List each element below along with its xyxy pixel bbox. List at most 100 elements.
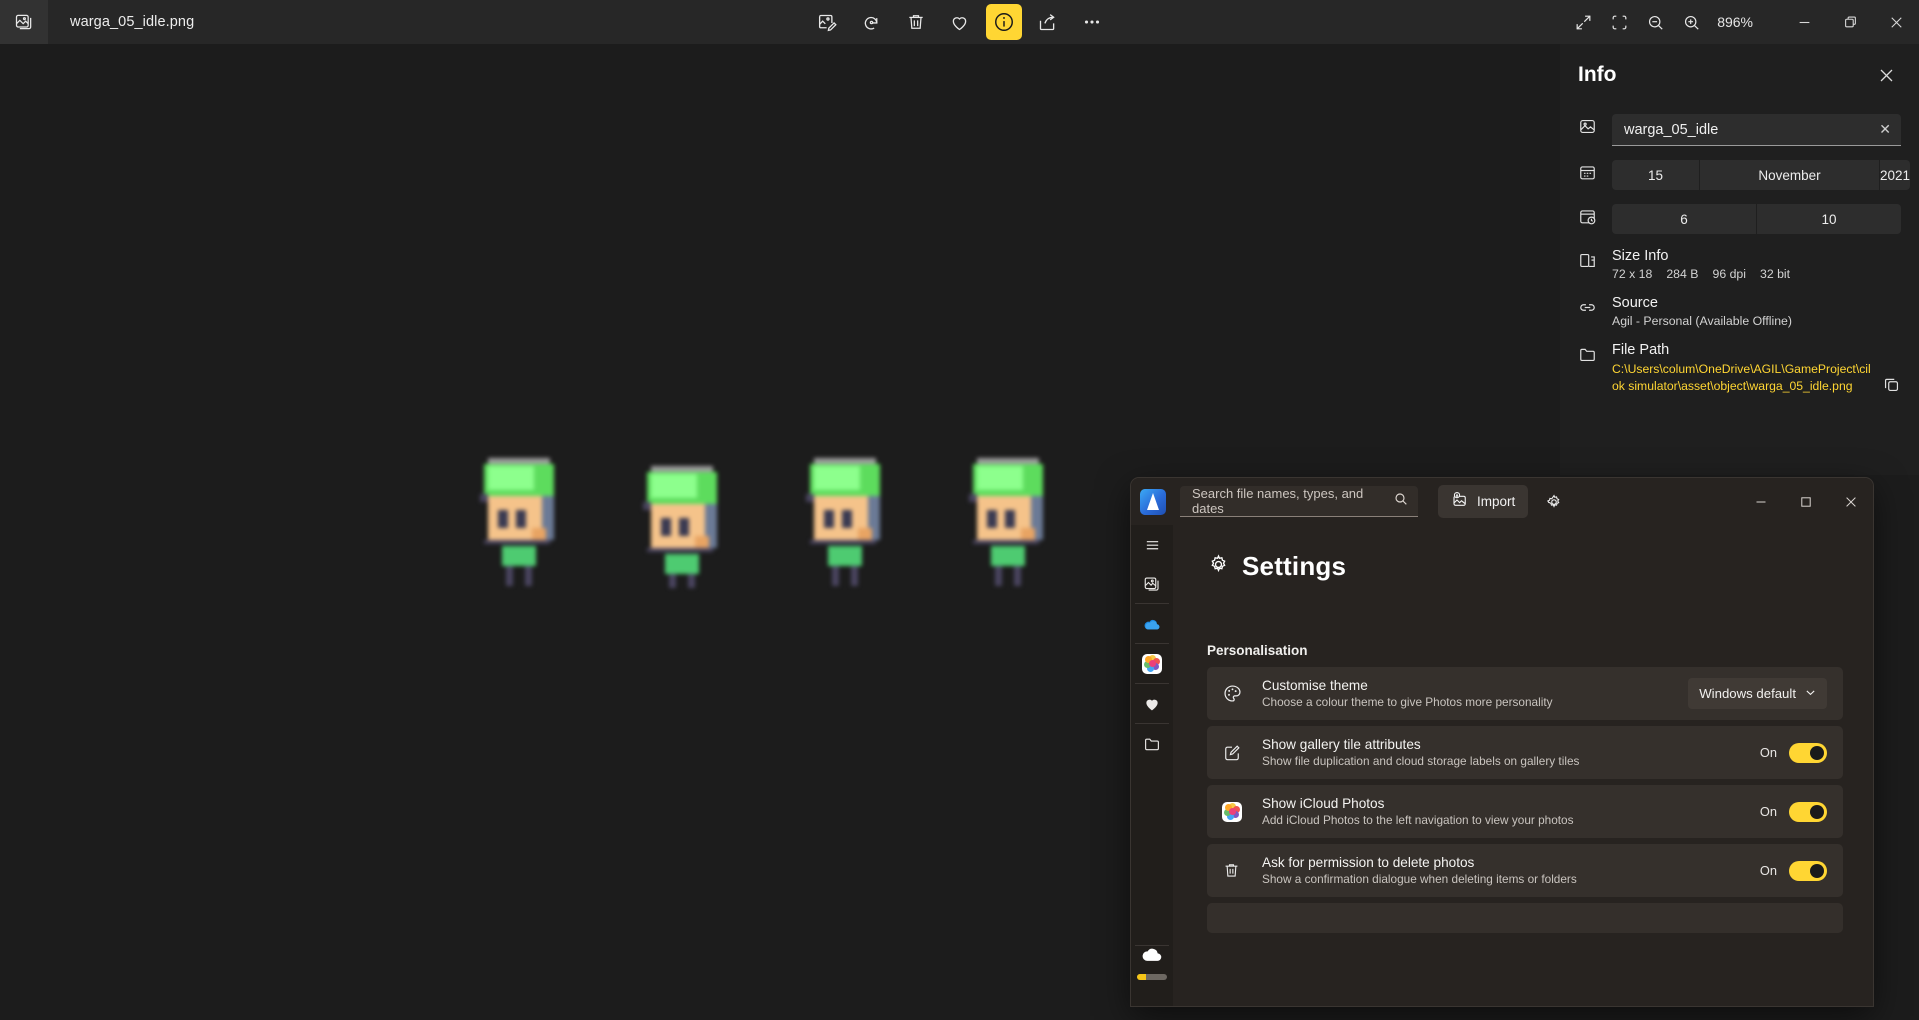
info-panel-title: Info <box>1578 63 1617 86</box>
expand-button[interactable] <box>1565 4 1601 40</box>
size-bytes: 284 B <box>1666 267 1699 281</box>
theme-dropdown-value: Windows default <box>1699 686 1796 701</box>
import-image-icon <box>1451 491 1469 512</box>
info-panel: Info warga_05_idle ✕ 15 November 2021 6 … <box>1560 44 1919 475</box>
source-value: Agil - Personal (Available Offline) <box>1612 314 1792 328</box>
favorite-button[interactable] <box>942 4 978 40</box>
storage-progress-bar <box>1137 974 1167 980</box>
setting-row-customise-theme[interactable]: Customise theme Choose a colour theme to… <box>1207 667 1843 720</box>
date-year-field[interactable]: 2021 <box>1880 160 1910 190</box>
close-button[interactable] <box>1873 0 1919 44</box>
zoom-level-label: 896% <box>1717 14 1753 30</box>
settings-gear-button[interactable] <box>1538 486 1570 518</box>
sidebar-item-gallery[interactable] <box>1131 564 1173 603</box>
sprite-frame-1 <box>480 454 560 586</box>
date-day-field[interactable]: 15 <box>1612 160 1700 190</box>
filename-input[interactable]: warga_05_idle ✕ <box>1612 114 1901 146</box>
pixel-art-sprite-strip <box>480 454 1049 588</box>
edit-image-button[interactable] <box>810 4 846 40</box>
dimensions-icon <box>1578 248 1612 270</box>
cloud-icon <box>1141 946 1163 967</box>
info-name-row: warga_05_idle ✕ <box>1578 114 1901 146</box>
date-month-field[interactable]: November <box>1700 160 1880 190</box>
info-button[interactable] <box>985 4 1022 40</box>
close-icon[interactable] <box>1871 60 1901 90</box>
photos-logo <box>1140 488 1166 515</box>
time-minute-field[interactable]: 10 <box>1757 204 1901 234</box>
chevron-down-icon <box>1805 686 1816 701</box>
info-source-row: Source Agil - Personal (Available Offlin… <box>1578 295 1901 328</box>
clock-icon <box>1578 204 1612 226</box>
zoom-in-button[interactable] <box>1673 4 1709 40</box>
delete-button[interactable] <box>898 4 934 40</box>
more-options-button[interactable] <box>1074 4 1110 40</box>
setting-row-ask-permission-delete[interactable]: Ask for permission to delete photos Show… <box>1207 844 1843 897</box>
sidebar-item-folders[interactable] <box>1131 724 1173 763</box>
setting-subtitle: Choose a colour theme to give Photos mor… <box>1262 695 1553 709</box>
rotate-button[interactable] <box>854 4 890 40</box>
viewer-titlebar: warga_05_idle.png 896% <box>0 0 1919 44</box>
fit-to-window-button[interactable] <box>1601 4 1637 40</box>
info-time-row: 6 10 <box>1578 204 1901 234</box>
show-icloud-photos-toggle[interactable] <box>1789 801 1827 822</box>
import-button[interactable]: Import <box>1438 485 1529 518</box>
info-date-row: 15 November 2021 <box>1578 160 1911 190</box>
photos-settings-window[interactable]: Search file names, types, and dates Impo… <box>1131 478 1873 1006</box>
edit-square-icon <box>1222 743 1262 763</box>
link-icon <box>1578 295 1612 317</box>
sprite-frame-2 <box>643 454 723 588</box>
icloud-photos-icon <box>1222 801 1262 822</box>
setting-title: Show iCloud Photos <box>1262 796 1385 811</box>
info-panel-header: Info <box>1578 44 1901 100</box>
toggle-state-label: On <box>1759 745 1777 760</box>
sprite-frame-4 <box>969 454 1049 586</box>
restore-button[interactable] <box>1827 0 1873 44</box>
setting-row-show-icloud-photos[interactable]: Show iCloud Photos Add iCloud Photos to … <box>1207 785 1843 838</box>
info-filepath-row: File Path C:\Users\colum\OneDrive\AGIL\G… <box>1578 342 1901 399</box>
photo-stack-icon <box>0 0 48 44</box>
settings-minimize-button[interactable] <box>1738 478 1783 525</box>
setting-row-next-partial[interactable] <box>1207 903 1843 933</box>
sidebar-menu-toggle[interactable] <box>1131 525 1173 564</box>
sprite-frame-3 <box>806 454 886 586</box>
icloud-photos-icon <box>1142 653 1162 674</box>
minimize-button[interactable] <box>1781 0 1827 44</box>
size-dpi: 96 dpi <box>1712 267 1746 281</box>
zoom-out-button[interactable] <box>1637 4 1673 40</box>
trash-icon <box>1222 861 1262 880</box>
date-editor[interactable]: 15 November 2021 <box>1612 160 1911 190</box>
image-icon <box>1578 114 1612 136</box>
section-heading-personalisation: Personalisation <box>1207 643 1308 658</box>
sidebar-item-onedrive[interactable] <box>1131 604 1173 643</box>
setting-title: Ask for permission to delete photos <box>1262 855 1475 870</box>
settings-sidebar <box>1131 525 1173 1006</box>
settings-maximize-button[interactable] <box>1783 478 1828 525</box>
source-label: Source <box>1612 295 1658 311</box>
copy-icon[interactable] <box>1882 361 1901 399</box>
clear-filename-icon[interactable]: ✕ <box>1879 121 1891 138</box>
gallery-tile-attributes-toggle[interactable] <box>1789 742 1827 763</box>
size-dimensions: 72 x 18 <box>1612 267 1653 281</box>
setting-subtitle: Add iCloud Photos to the left navigation… <box>1262 813 1574 827</box>
setting-title: Show gallery tile attributes <box>1262 737 1421 752</box>
file-path-value[interactable]: C:\Users\colum\OneDrive\AGIL\GameProject… <box>1612 361 1874 395</box>
setting-row-gallery-tile-attributes[interactable]: Show gallery tile attributes Show file d… <box>1207 726 1843 779</box>
settings-window-titlebar: Search file names, types, and dates Impo… <box>1131 478 1873 525</box>
settings-close-button[interactable] <box>1828 478 1873 525</box>
setting-subtitle: Show file duplication and cloud storage … <box>1262 754 1580 768</box>
theme-dropdown[interactable]: Windows default <box>1688 678 1827 709</box>
ask-permission-delete-toggle[interactable] <box>1789 860 1827 881</box>
filename-value: warga_05_idle <box>1624 121 1719 138</box>
sidebar-item-icloud-photos[interactable] <box>1131 644 1173 683</box>
search-input[interactable]: Search file names, types, and dates <box>1180 486 1418 517</box>
share-button[interactable] <box>1030 4 1066 40</box>
search-icon[interactable] <box>1393 491 1409 512</box>
file-path-label: File Path <box>1612 342 1670 358</box>
toggle-state-label: On <box>1759 863 1777 878</box>
sidebar-item-favourites[interactable] <box>1131 684 1173 723</box>
page-title: Settings <box>1242 551 1347 581</box>
search-placeholder: Search file names, types, and dates <box>1192 486 1364 516</box>
time-hour-field[interactable]: 6 <box>1612 204 1757 234</box>
time-editor[interactable]: 6 10 <box>1612 204 1901 234</box>
cloud-storage-indicator[interactable] <box>1137 946 1167 1006</box>
